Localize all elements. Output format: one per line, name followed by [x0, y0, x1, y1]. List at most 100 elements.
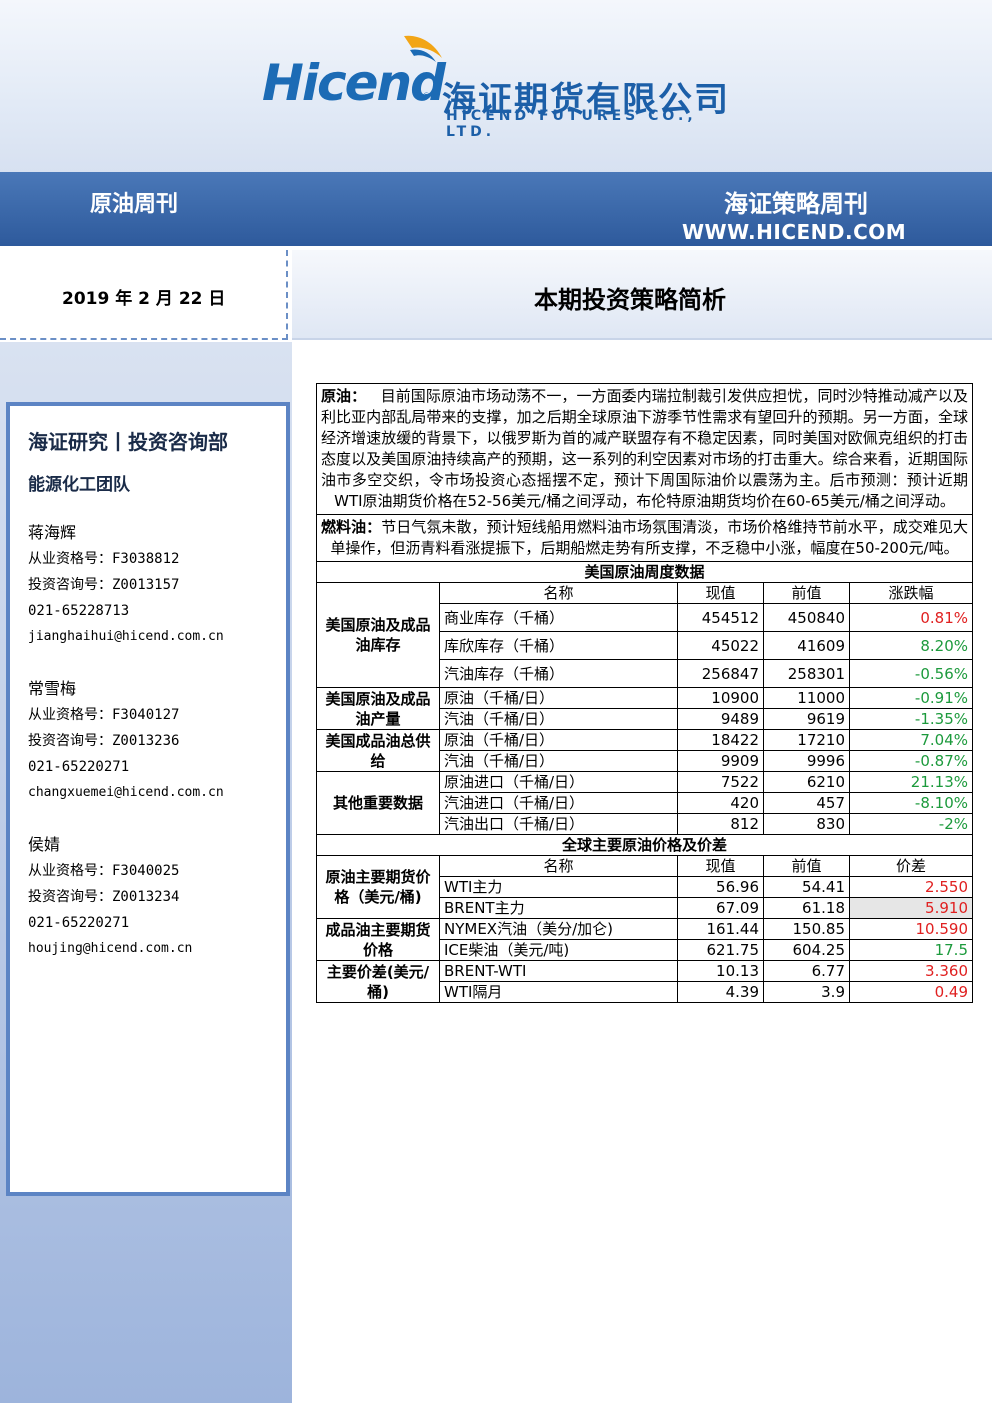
table-row: 美国原油及成品油产量 原油（千桶/日） 10900 11000 -0.91%	[316, 687, 973, 730]
current-value: 812	[677, 813, 764, 835]
department-title: 海证研究丨投资咨询部	[28, 430, 228, 454]
current-value: 18422	[677, 729, 764, 751]
email-link[interactable]: changxuemei@hicend.com.cn	[28, 780, 224, 806]
logo-english-name: HICEND FUTURES CO., LTD.	[446, 108, 697, 140]
table-row: 美国成品油总供给 原油（千桶/日） 18422 17210 7.04%	[316, 729, 973, 772]
previous-value: 61.18	[763, 897, 850, 919]
current-value: 56.96	[677, 876, 764, 898]
previous-value: 9619	[763, 708, 850, 730]
current-value: 454512	[677, 603, 764, 632]
change-value: -1.35%	[849, 708, 973, 730]
current-column-header: 现值	[677, 855, 764, 877]
row-group-label: 主要价差(美元/桶)	[316, 960, 440, 1003]
change-value: 2.550	[849, 876, 973, 898]
report-date: 2019 年 2 月 22 日	[62, 289, 226, 309]
section-title: 本期投资策略简析	[534, 286, 726, 314]
change-value: 17.5	[849, 939, 973, 961]
item-name: ICE柴油（美元/吨)	[439, 939, 678, 961]
item-name: NYMEX汽油（美分/加仑)	[439, 918, 678, 940]
current-value: 256847	[677, 659, 764, 688]
item-name: BRENT主力	[439, 897, 678, 919]
previous-value: 457	[763, 792, 850, 814]
sail-logo-icon	[404, 35, 442, 62]
item-name: 原油（千桶/日）	[439, 687, 678, 709]
table-row: 其他重要数据 原油进口（千桶/日） 7522 6210 21.13%	[316, 771, 973, 835]
item-name: 库欣库存（千桶）	[439, 631, 678, 660]
contact-card: 侯婧 从业资格号：F3040025 投资咨询号：Z0013234 021-652…	[28, 832, 192, 962]
row-group-label: 其他重要数据	[316, 771, 440, 835]
previous-value: 450840	[763, 603, 850, 632]
change-value: 10.590	[849, 918, 973, 940]
table-header-row: 原油主要期货价格（美元/桶) 名称 现值 前值 价差	[316, 855, 973, 919]
title-bar: 原油周刊 海证策略周刊 WWW.HICEND.COM	[0, 172, 992, 246]
table-header-row: 美国原油及成品油库存 名称 现值 前值 涨跌幅	[316, 582, 973, 688]
logo-band: Hicend ® 海证期货有限公司 HICEND FUTURES CO., LT…	[0, 0, 992, 172]
fuel-text: 节日气氛未散，预计短线船用燃料油市场氛围清淡，市场价格维持节前水平，成交难见大单…	[330, 518, 968, 557]
name-column-header: 名称	[439, 855, 678, 877]
row-group-label: 美国原油及成品油产量	[316, 687, 440, 730]
weekly-data: 美国原油及成品油库存 名称 现值 前值 涨跌幅 商业库存（千桶） 454512 450840 0…	[316, 582, 973, 835]
change-value: -0.56%	[849, 659, 973, 688]
consult-number: 投资咨询号：Z0013157	[28, 577, 180, 593]
name-column-header: 名称	[439, 582, 678, 604]
consult-number: 投资咨询号：Z0013236	[28, 733, 180, 749]
current-value: 161.44	[677, 918, 764, 940]
current-column-header: 现值	[677, 582, 764, 604]
current-value: 10900	[677, 687, 764, 709]
phone-number: 021-65220271	[28, 759, 130, 775]
previous-value: 17210	[763, 729, 850, 751]
previous-value: 11000	[763, 687, 850, 709]
email-link[interactable]: houjing@hicend.com.cn	[28, 936, 192, 962]
item-name: 汽油库存（千桶）	[439, 659, 678, 688]
item-name: 汽油（千桶/日）	[439, 750, 678, 772]
previous-value: 604.25	[763, 939, 850, 961]
crude-text: 目前国际原油市场动荡不一，一方面委内瑞拉制裁引发供应担忧，同时沙特推动减产以及利…	[321, 387, 968, 510]
series-name: 海证策略周刊	[724, 190, 868, 218]
subtitle-box: 本期投资策略简析	[292, 250, 992, 340]
change-value: 21.13%	[849, 771, 973, 793]
fuel-summary-row: 燃料油：节日气氛未散，预计短线船用燃料油市场氛围清淡，市场价格维持节前水平，成交…	[316, 514, 973, 562]
team-name: 能源化工团队	[28, 475, 130, 495]
consult-number: 投资咨询号：Z0013234	[28, 889, 180, 905]
row-group-label: 美国成品油总供给	[316, 729, 440, 772]
item-name: WTI主力	[439, 876, 678, 898]
item-name: 原油进口（千桶/日）	[439, 771, 678, 793]
current-value: 9909	[677, 750, 764, 772]
previous-column-header: 前值	[763, 855, 850, 877]
phone-number: 021-65220271	[28, 915, 130, 931]
website-link[interactable]: WWW.HICEND.COM	[682, 220, 906, 244]
change-value: 3.360	[849, 960, 973, 982]
current-value: 4.39	[677, 981, 764, 1003]
previous-value: 6210	[763, 771, 850, 793]
change-value: -8.10%	[849, 792, 973, 814]
date-box: 2019 年 2 月 22 日	[0, 250, 288, 340]
analyst-name: 侯婧	[28, 835, 61, 854]
current-value: 67.09	[677, 897, 764, 919]
change-value: -0.91%	[849, 687, 973, 709]
change-value: -0.87%	[849, 750, 973, 772]
item-name: BRENT-WTI	[439, 960, 678, 982]
qualification-number: 从业资格号：F3040127	[28, 707, 180, 723]
crude-summary-row: 原油： 目前国际原油市场动荡不一，一方面委内瑞拉制裁引发供应担忧，同时沙特推动减…	[316, 383, 973, 515]
previous-value: 830	[763, 813, 850, 835]
change-value: 0.81%	[849, 603, 973, 632]
registered-mark: ®	[422, 92, 431, 102]
table-row: 主要价差(美元/桶) BRENT-WTI 10.13 6.77 3.360	[316, 960, 973, 1003]
report-table: 原油： 目前国际原油市场动荡不一，一方面委内瑞拉制裁引发供应担忧，同时沙特推动减…	[316, 383, 973, 1003]
current-value: 621.75	[677, 939, 764, 961]
previous-value: 9996	[763, 750, 850, 772]
current-value: 10.13	[677, 960, 764, 982]
previous-value: 3.9	[763, 981, 850, 1003]
change-value: 7.04%	[849, 729, 973, 751]
crude-label: 原油：	[321, 387, 367, 405]
email-link[interactable]: jianghaihui@hicend.com.cn	[28, 624, 224, 650]
previous-value: 41609	[763, 631, 850, 660]
item-name: 汽油出口（千桶/日）	[439, 813, 678, 835]
previous-value: 6.77	[763, 960, 850, 982]
change-column-header: 涨跌幅	[849, 582, 973, 604]
company-logo: Hicend ® 海证期货有限公司 HICEND FUTURES CO., LT…	[262, 35, 742, 140]
current-value: 7522	[677, 771, 764, 793]
price-data: 原油主要期货价格（美元/桶) 名称 现值 前值 价差 WTI主力 56.96 54.41 2.5…	[316, 855, 973, 1003]
item-name: 商业库存（千桶）	[439, 603, 678, 632]
item-name: 原油（千桶/日）	[439, 729, 678, 751]
